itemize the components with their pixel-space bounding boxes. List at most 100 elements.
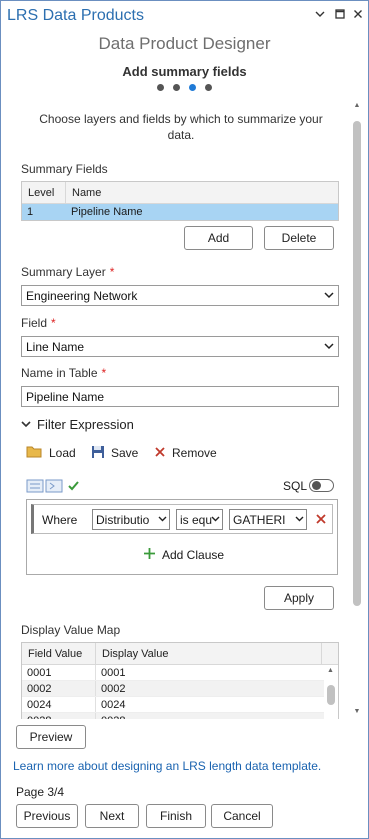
cell-display-value: 0002 [101,683,126,695]
load-label: Load [49,446,76,460]
clause-builder: Where Distributio is equ GATHERI Add Cla… [26,499,338,575]
scroll-down-icon[interactable]: ▼ [351,707,363,717]
table-header: Level Name [22,182,338,204]
name-in-table-label-text: Name in Table [21,366,98,380]
delete-clause-icon[interactable] [315,513,327,528]
column-header-display-value[interactable]: Display Value [96,643,322,664]
table-scrollbar[interactable]: ▲ [324,665,338,719]
summary-fields-label: Summary Fields [21,162,108,176]
table-scroll-thumb[interactable] [327,685,335,705]
field-value: Line Name [26,340,85,354]
delete-button[interactable]: Delete [264,226,334,250]
table-row[interactable]: 0001 0001 [22,665,338,681]
cell-name: Pipeline Name [71,206,143,218]
wizard-content: Choose layers and fields by which to sum… [1,101,351,719]
name-in-table-input[interactable] [21,386,339,407]
display-value-map-label: Display Value Map [21,623,121,637]
cancel-button[interactable]: Cancel [211,804,273,828]
scroll-up-icon[interactable]: ▲ [351,101,363,111]
cell-display-value: 0028 [96,713,322,719]
name-in-table-label: Name in Table * [21,366,106,380]
clause-field-select[interactable]: Distributio [92,509,170,530]
table-row[interactable]: 0002 0002 [22,681,338,697]
clause-value-select[interactable]: GATHERI [229,509,307,530]
step-dot-4 [205,84,212,91]
cell-display-value: 0024 [101,699,126,711]
sql-toggle[interactable] [309,479,334,492]
filter-expression-header[interactable]: Filter Expression [21,417,134,432]
chevron-down-icon [324,288,334,305]
table-row[interactable]: 0028 0028 [22,713,338,719]
verify-checkmark-icon[interactable] [67,479,80,495]
page-indicator: Page 3/4 [16,785,65,799]
add-button[interactable]: Add [184,226,253,250]
maximize-icon[interactable] [333,8,347,22]
scroll-up-icon[interactable]: ▲ [327,667,334,674]
plus-icon [143,547,156,563]
column-header-name[interactable]: Name [66,182,338,203]
lrs-data-products-pane: LRS Data Products Data Product Designer … [0,0,369,839]
summary-layer-label: Summary Layer * [21,265,114,279]
column-header-level[interactable]: Level [22,182,66,203]
required-marker: * [51,316,56,330]
where-label: Where [42,513,78,527]
cell-field-value: 0028 [22,713,96,719]
clause-mode-icon[interactable] [26,479,44,496]
previous-button[interactable]: Previous [16,804,78,828]
clause-value-value: GATHERI [233,513,286,527]
pane-title: LRS Data Products [7,7,144,24]
chevron-down-icon [324,339,334,356]
add-clause-button[interactable]: Add Clause [143,547,224,563]
cell-field-value: 0002 [22,681,96,696]
content-scrollbar[interactable]: ▲ ▼ [351,101,363,719]
step-dot-2 [173,84,180,91]
sql-label: SQL [283,479,308,493]
load-button[interactable]: Load [26,444,76,462]
required-marker: * [101,366,107,380]
save-label: Save [111,446,139,460]
field-label-text: Field [21,316,48,330]
step-title: Add summary fields [122,64,247,79]
group-clause-icon[interactable] [45,479,63,496]
save-button[interactable]: Save [91,444,138,462]
floppy-disk-icon [91,445,105,462]
cell-level: 1 [27,206,34,218]
close-icon[interactable] [351,8,365,22]
summary-layer-label-text: Summary Layer [21,265,106,279]
learn-more-link[interactable]: Learn more about designing an LRS length… [13,759,321,773]
display-value-map-table: Field Value Display Value 0001 0001 0002… [21,642,339,719]
table-row[interactable]: 1 Pipeline Name [22,204,338,220]
filter-expression-label: Filter Expression [37,417,134,432]
finish-button[interactable]: Finish [146,804,206,828]
folder-icon [26,445,43,462]
table-header: Field Value Display Value [22,643,338,665]
clause-field-value: Distributio [96,513,150,527]
field-select[interactable]: Line Name [21,336,339,357]
toggle-knob [312,481,321,490]
cell-display-value: 0001 [101,667,126,679]
clause-operator-select[interactable]: is equ [176,509,223,530]
remove-x-icon [154,446,166,461]
preview-button[interactable]: Preview [16,725,86,749]
chevron-down-icon[interactable] [313,8,327,22]
cell-field-value: 0024 [22,697,96,712]
where-clause: Where Distributio is equ GATHERI [31,504,333,534]
clause-operator-value: is equ [180,513,212,527]
table-row[interactable]: 0024 0024 [22,697,338,713]
intro-text: Choose layers and fields by which to sum… [39,112,323,142]
chevron-down-icon [158,512,167,528]
remove-button[interactable]: Remove [154,444,217,462]
step-dot-1 [157,84,164,91]
chevron-down-icon [21,419,31,432]
scroll-thumb[interactable] [353,121,361,606]
apply-button[interactable]: Apply [264,586,334,610]
remove-label: Remove [172,446,217,460]
cell-field-value: 0001 [22,665,96,680]
summary-layer-select[interactable]: Engineering Network [21,285,339,306]
column-header-field-value[interactable]: Field Value [22,643,96,664]
chevron-down-icon [211,512,220,528]
add-clause-label: Add Clause [162,548,225,562]
chevron-down-icon [295,512,304,528]
summary-layer-value: Engineering Network [26,289,138,303]
next-button[interactable]: Next [85,804,139,828]
